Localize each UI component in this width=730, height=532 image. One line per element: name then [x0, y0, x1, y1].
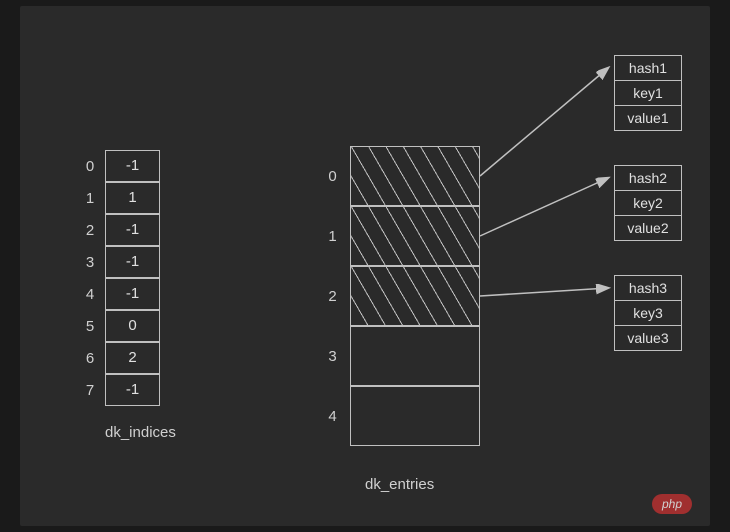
table-row: 3	[315, 326, 480, 386]
index-cell: -1	[105, 150, 160, 182]
table-row: 4	[315, 386, 480, 446]
index-cell: 1	[105, 182, 160, 214]
value-cell: value1	[614, 105, 682, 131]
diagram-container: 0 -1 1 1 2 -1 3 -1 4 -1 5 0 6 2 7 -1	[20, 6, 710, 526]
dk-indices-label: dk_indices	[105, 424, 176, 441]
watermark-badge: php	[652, 494, 692, 514]
index-cell: 0	[105, 310, 160, 342]
hash-cell: hash1	[614, 55, 682, 81]
index-label: 1	[75, 190, 105, 207]
entry-detail-box: hash2 key2 value2	[614, 166, 682, 241]
table-row: 5 0	[75, 310, 160, 342]
table-row: 2 -1	[75, 214, 160, 246]
index-label: 4	[315, 408, 350, 425]
table-row: 0	[315, 146, 480, 206]
index-label: 1	[315, 228, 350, 245]
entry-cell	[350, 266, 480, 326]
key-cell: key2	[614, 190, 682, 216]
entry-detail-box: hash1 key1 value1	[614, 56, 682, 131]
table-row: 1	[315, 206, 480, 266]
entry-cell	[350, 326, 480, 386]
index-label: 0	[315, 168, 350, 185]
entry-detail-box: hash3 key3 value3	[614, 276, 682, 351]
table-row: 1 1	[75, 182, 160, 214]
hash-cell: hash2	[614, 165, 682, 191]
index-label: 6	[75, 350, 105, 367]
index-label: 2	[75, 222, 105, 239]
entry-cell	[350, 146, 480, 206]
table-row: 2	[315, 266, 480, 326]
table-row: 6 2	[75, 342, 160, 374]
index-cell: 2	[105, 342, 160, 374]
table-row: 7 -1	[75, 374, 160, 406]
value-cell: value2	[614, 215, 682, 241]
key-cell: key3	[614, 300, 682, 326]
index-label: 5	[75, 318, 105, 335]
index-cell: -1	[105, 374, 160, 406]
key-cell: key1	[614, 80, 682, 106]
dk-entries-label: dk_entries	[365, 476, 434, 493]
entry-cell	[350, 206, 480, 266]
index-label: 3	[75, 254, 105, 271]
table-row: 3 -1	[75, 246, 160, 278]
index-cell: -1	[105, 246, 160, 278]
index-cell: -1	[105, 214, 160, 246]
index-cell: -1	[105, 278, 160, 310]
index-label: 2	[315, 288, 350, 305]
entry-cell	[350, 386, 480, 446]
index-label: 0	[75, 158, 105, 175]
hash-cell: hash3	[614, 275, 682, 301]
index-label: 3	[315, 348, 350, 365]
table-row: 0 -1	[75, 150, 160, 182]
value-cell: value3	[614, 325, 682, 351]
table-row: 4 -1	[75, 278, 160, 310]
dk-entries-table: 0 1 2 3 4	[315, 146, 480, 446]
dk-indices-table: 0 -1 1 1 2 -1 3 -1 4 -1 5 0 6 2 7 -1	[75, 150, 160, 406]
index-label: 7	[75, 382, 105, 399]
index-label: 4	[75, 286, 105, 303]
